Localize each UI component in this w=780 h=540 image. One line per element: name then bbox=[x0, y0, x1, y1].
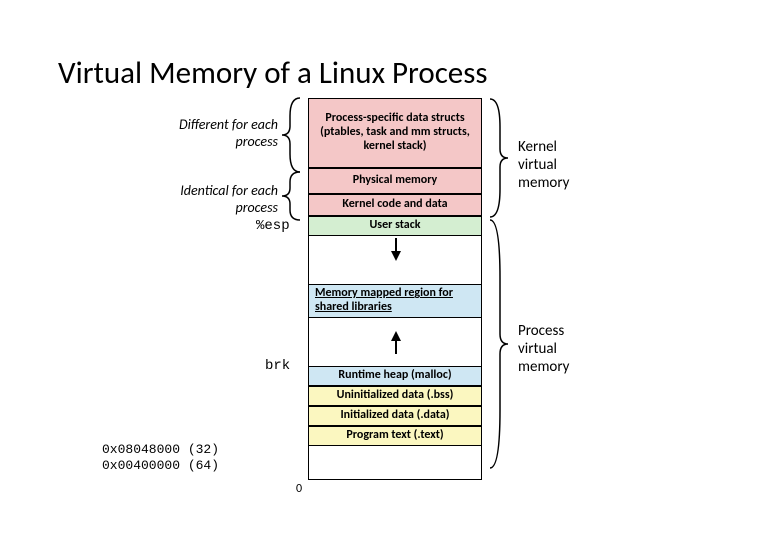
seg-data: Initialized data (.data) bbox=[308, 406, 482, 426]
label-kvm: Kernel virtual memory bbox=[518, 138, 598, 192]
label-esp: %esp bbox=[256, 218, 290, 234]
label-zero: 0 bbox=[296, 482, 302, 496]
seg-user-stack: User stack bbox=[308, 216, 482, 236]
brace-different-icon bbox=[280, 96, 306, 174]
gap-heap bbox=[308, 318, 482, 366]
label-pvm: Process virtual memory bbox=[518, 322, 598, 376]
seg-process-specific: Process-specific data structs (ptables, … bbox=[308, 98, 482, 168]
gap-stack bbox=[308, 236, 482, 284]
label-addr32: 0x08048000 (32) bbox=[102, 442, 219, 457]
label-different: Different for each process bbox=[178, 116, 278, 150]
brace-identical-icon bbox=[280, 170, 306, 222]
seg-text: Program text (.text) bbox=[308, 426, 482, 446]
seg-mmap: Memory mapped region for shared librarie… bbox=[308, 284, 482, 318]
seg-mmap-text: Memory mapped region for shared librarie… bbox=[315, 287, 477, 315]
seg-bss: Uninitialized data (.bss) bbox=[308, 386, 482, 406]
label-identical: Identical for each process bbox=[178, 182, 278, 216]
brace-pvm-icon bbox=[486, 218, 512, 470]
brace-kvm-icon bbox=[486, 97, 512, 219]
label-addr64: 0x00400000 (64) bbox=[102, 458, 219, 473]
seg-kernel-code: Kernel code and data bbox=[308, 194, 482, 216]
gap-bottom bbox=[308, 446, 482, 480]
seg-physical-memory: Physical memory bbox=[308, 168, 482, 194]
seg-heap: Runtime heap (malloc) bbox=[308, 366, 482, 386]
page-title: Virtual Memory of a Linux Process bbox=[58, 54, 487, 92]
label-brk: brk bbox=[265, 358, 290, 374]
memory-diagram: Process-specific data structs (ptables, … bbox=[0, 90, 780, 520]
